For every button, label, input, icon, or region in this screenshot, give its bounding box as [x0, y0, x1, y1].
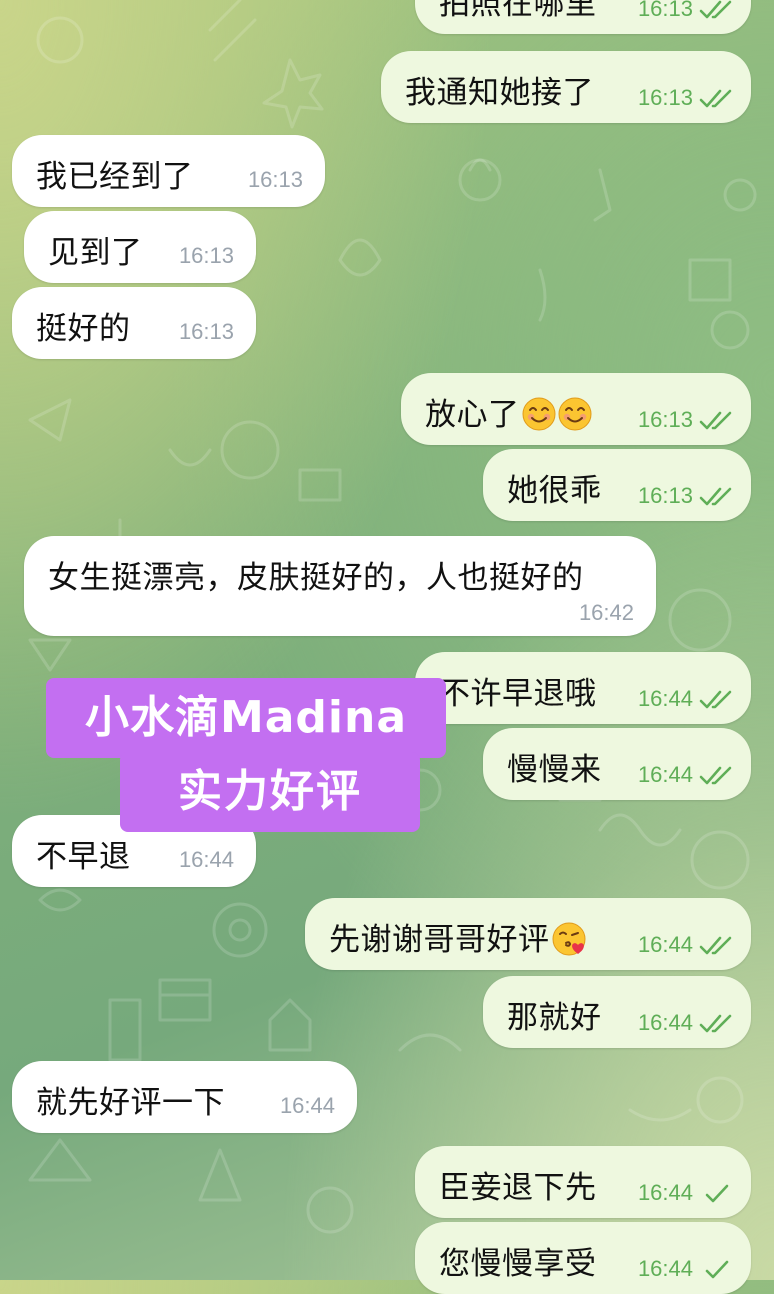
single-check-icon: [705, 1260, 729, 1279]
message-time: 16:13: [637, 407, 693, 432]
message-text: 不许早退哦: [439, 676, 597, 712]
message-text: 我已经到了: [36, 159, 194, 195]
message-time: 16:44: [637, 762, 693, 787]
message-bubble-outgoing[interactable]: 臣妾退下先 16:44: [415, 1146, 751, 1218]
message-time: 16:44: [178, 847, 234, 872]
double-check-icon: [699, 411, 732, 430]
message-time: 16:13: [637, 0, 693, 21]
message-text: 她很乖: [507, 473, 602, 509]
message-text: 女生挺漂亮，皮肤挺好的，人也挺好的: [48, 560, 584, 596]
double-check-icon: [699, 936, 732, 955]
kissing-face-icon: [552, 922, 585, 956]
promo-watermark: 小水滴Madina 实力好评: [46, 678, 446, 832]
double-check-icon: [699, 1014, 732, 1033]
watermark-subtitle: 实力好评: [120, 752, 420, 832]
message-text: 您慢慢享受: [439, 1246, 597, 1282]
message-text: 拍照在哪里: [439, 0, 597, 22]
message-time: 16:13: [637, 483, 693, 508]
double-check-icon: [699, 487, 732, 506]
watermark-title: 小水滴Madina: [46, 678, 446, 758]
message-bubble-outgoing[interactable]: 放心了 16:13: [401, 373, 751, 445]
message-bubble-incoming[interactable]: 我已经到了 16:13: [12, 135, 325, 207]
message-time: 16:13: [178, 319, 234, 344]
double-check-icon: [699, 0, 732, 19]
single-check-icon: [705, 1184, 729, 1203]
message-bubble-incoming[interactable]: 见到了 16:13: [24, 211, 256, 283]
double-check-icon: [699, 766, 732, 785]
message-text: 我通知她接了: [405, 75, 594, 111]
message-text: 放心了: [425, 389, 592, 434]
message-bubble-outgoing[interactable]: 慢慢来 16:44: [483, 728, 751, 800]
message-time: 16:44: [637, 686, 693, 711]
message-time: 16:13: [637, 85, 693, 110]
message-bubble-incoming[interactable]: 女生挺漂亮，皮肤挺好的，人也挺好的 16:42: [24, 536, 656, 636]
message-time: 16:44: [637, 1180, 693, 1205]
message-bubble-outgoing[interactable]: 她很乖 16:13: [483, 449, 751, 521]
message-time: 16:44: [637, 1256, 693, 1281]
message-time: 16:13: [178, 243, 234, 268]
message-bubble-outgoing[interactable]: 我通知她接了 16:13: [381, 51, 751, 123]
message-text: 慢慢来: [507, 752, 602, 788]
message-text: 那就好: [507, 1000, 602, 1036]
message-text: 不早退: [36, 839, 131, 875]
message-text: 挺好的: [36, 311, 131, 347]
double-check-icon: [699, 89, 732, 108]
message-text: 先谢谢哥哥好评: [329, 914, 586, 959]
message-text: 见到了: [48, 235, 143, 271]
chat-message-list: 拍照在哪里 16:13 我通知她接了 16:13 我已经到了 16:13 见到了…: [0, 0, 774, 1294]
smiling-face-icon: [522, 397, 555, 431]
message-bubble-outgoing[interactable]: 那就好 16:44: [483, 976, 751, 1048]
message-bubble-incoming[interactable]: 挺好的 16:13: [12, 287, 256, 359]
message-text: 就先好评一下: [36, 1085, 225, 1121]
message-time: 16:44: [279, 1093, 335, 1118]
message-time: 16:13: [247, 167, 303, 192]
message-text-content: 先谢谢哥哥好评: [329, 922, 550, 958]
message-text: 臣妾退下先: [439, 1170, 597, 1206]
message-time: 16:44: [637, 932, 693, 957]
message-time: 16:44: [637, 1010, 693, 1035]
message-bubble-outgoing[interactable]: 您慢慢享受 16:44: [415, 1222, 751, 1294]
message-bubble-outgoing[interactable]: 拍照在哪里 16:13: [415, 0, 751, 34]
message-bubble-incoming[interactable]: 就先好评一下 16:44: [12, 1061, 357, 1133]
message-bubble-outgoing[interactable]: 先谢谢哥哥好评 16:44: [305, 898, 751, 970]
smiling-face-icon: [558, 397, 591, 431]
double-check-icon: [699, 690, 732, 709]
message-time: 16:42: [578, 600, 634, 625]
message-text-content: 放心了: [425, 397, 520, 433]
message-bubble-outgoing[interactable]: 不许早退哦 16:44: [415, 652, 751, 724]
